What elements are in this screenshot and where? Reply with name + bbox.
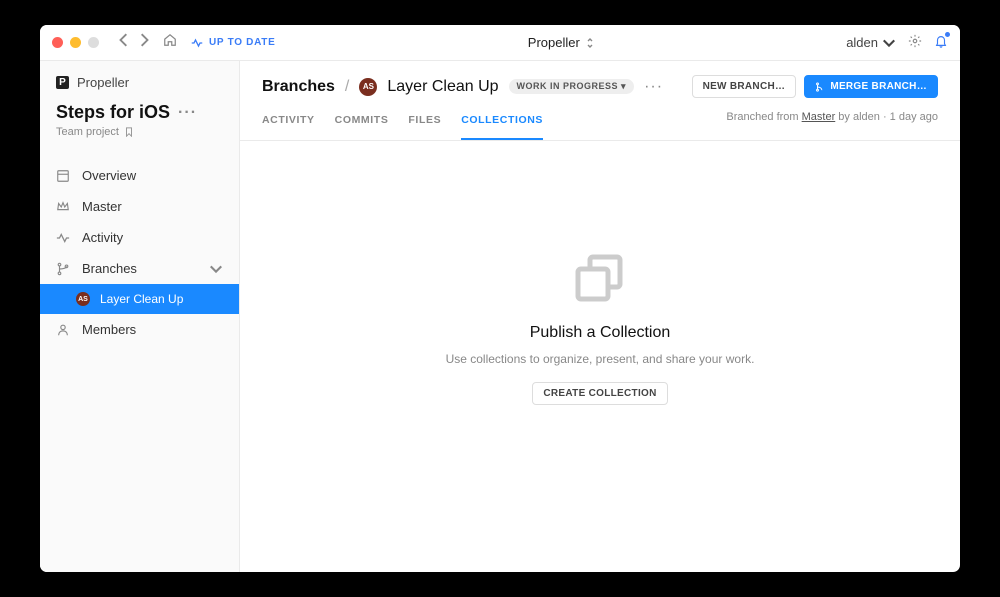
project-title-label: Steps for iOS — [56, 102, 170, 123]
chevron-down-icon — [209, 262, 223, 276]
notifications-button[interactable] — [934, 34, 948, 51]
branch-status-label: WORK IN PROGRESS ▾ — [517, 81, 627, 92]
breadcrumb-root[interactable]: Branches — [262, 78, 335, 96]
sidebar-header: P Propeller Steps for iOS ··· Team proje… — [40, 61, 239, 142]
brand-logo: P — [56, 76, 69, 89]
merge-icon — [815, 82, 825, 92]
new-branch-button[interactable]: NEW BRANCH… — [692, 75, 797, 98]
sidebar-branch-layer-clean-up[interactable]: AS Layer Clean Up — [40, 284, 239, 314]
empty-title: Publish a Collection — [530, 324, 671, 342]
sidebar-nav: Overview Master Activity Branches — [40, 160, 239, 345]
collections-empty-icon — [570, 249, 630, 314]
sidebar-item-master[interactable]: Master — [40, 191, 239, 222]
home-button[interactable] — [163, 33, 177, 52]
branch-avatar: AS — [359, 78, 377, 96]
titlebar-right: alden — [846, 34, 948, 51]
brand[interactable]: P Propeller — [56, 75, 223, 90]
project-options-button[interactable]: ··· — [178, 104, 197, 122]
breadcrumb: Branches / AS Layer Clean Up WORK IN PRO… — [262, 78, 663, 96]
branch-icon — [56, 262, 70, 276]
settings-button[interactable] — [908, 34, 922, 51]
minimize-window-button[interactable] — [70, 37, 81, 48]
sidebar-item-activity[interactable]: Activity — [40, 222, 239, 253]
person-icon — [56, 323, 70, 337]
close-window-button[interactable] — [52, 37, 63, 48]
titlebar: UP TO DATE Propeller alden — [40, 25, 960, 61]
create-collection-button[interactable]: CREATE COLLECTION — [532, 382, 667, 405]
merge-branch-button[interactable]: MERGE BRANCH… — [804, 75, 938, 98]
notification-dot — [945, 32, 950, 37]
sidebar-item-label: Branches — [82, 261, 137, 276]
project-subtitle: Team project — [56, 126, 223, 138]
breadcrumb-separator: / — [345, 78, 349, 96]
branch-options-button[interactable]: ··· — [644, 78, 663, 96]
sidebar-item-label: Master — [82, 199, 122, 214]
sync-status: UP TO DATE — [191, 37, 275, 49]
nav-arrows — [119, 33, 149, 52]
sidebar-item-label: Members — [82, 322, 136, 337]
back-button[interactable] — [119, 33, 129, 52]
header-row: Branches / AS Layer Clean Up WORK IN PRO… — [240, 61, 960, 98]
sync-status-label: UP TO DATE — [209, 37, 275, 48]
sidebar: P Propeller Steps for iOS ··· Team proje… — [40, 61, 240, 572]
content: Branches / AS Layer Clean Up WORK IN PRO… — [240, 61, 960, 572]
updown-icon — [586, 37, 594, 49]
header-actions: NEW BRANCH… MERGE BRANCH… — [692, 75, 938, 98]
maximize-window-button[interactable] — [88, 37, 99, 48]
branch-avatar: AS — [76, 292, 90, 306]
empty-subtitle: Use collections to organize, present, an… — [446, 352, 755, 366]
empty-state: Publish a Collection Use collections to … — [240, 111, 960, 542]
app-title-label: Propeller — [528, 35, 580, 50]
crown-icon — [56, 200, 70, 214]
main: P Propeller Steps for iOS ··· Team proje… — [40, 61, 960, 572]
app-window: UP TO DATE Propeller alden P — [40, 25, 960, 572]
project-subtitle-label: Team project — [56, 126, 119, 138]
branch-title: Layer Clean Up — [387, 78, 498, 96]
user-name-label: alden — [846, 35, 878, 50]
window-controls — [52, 37, 99, 48]
sidebar-item-label: Activity — [82, 230, 123, 245]
project-title: Steps for iOS ··· — [56, 102, 223, 123]
sidebar-item-label: Overview — [82, 168, 136, 183]
bookmark-icon — [124, 127, 134, 137]
sidebar-item-members[interactable]: Members — [40, 314, 239, 345]
branch-status-pill[interactable]: WORK IN PROGRESS ▾ — [509, 79, 635, 94]
sidebar-item-overview[interactable]: Overview — [40, 160, 239, 191]
titlebar-title[interactable]: Propeller — [283, 35, 838, 50]
merge-branch-label: MERGE BRANCH… — [830, 81, 927, 92]
overview-icon — [56, 169, 70, 183]
pulse-icon — [191, 37, 203, 49]
sidebar-branch-label: Layer Clean Up — [100, 292, 183, 306]
forward-button[interactable] — [139, 33, 149, 52]
pulse-icon — [56, 231, 70, 245]
chevron-down-icon — [882, 36, 896, 50]
brand-label: Propeller — [77, 75, 129, 90]
sidebar-item-branches[interactable]: Branches — [40, 253, 239, 284]
user-menu[interactable]: alden — [846, 35, 896, 50]
